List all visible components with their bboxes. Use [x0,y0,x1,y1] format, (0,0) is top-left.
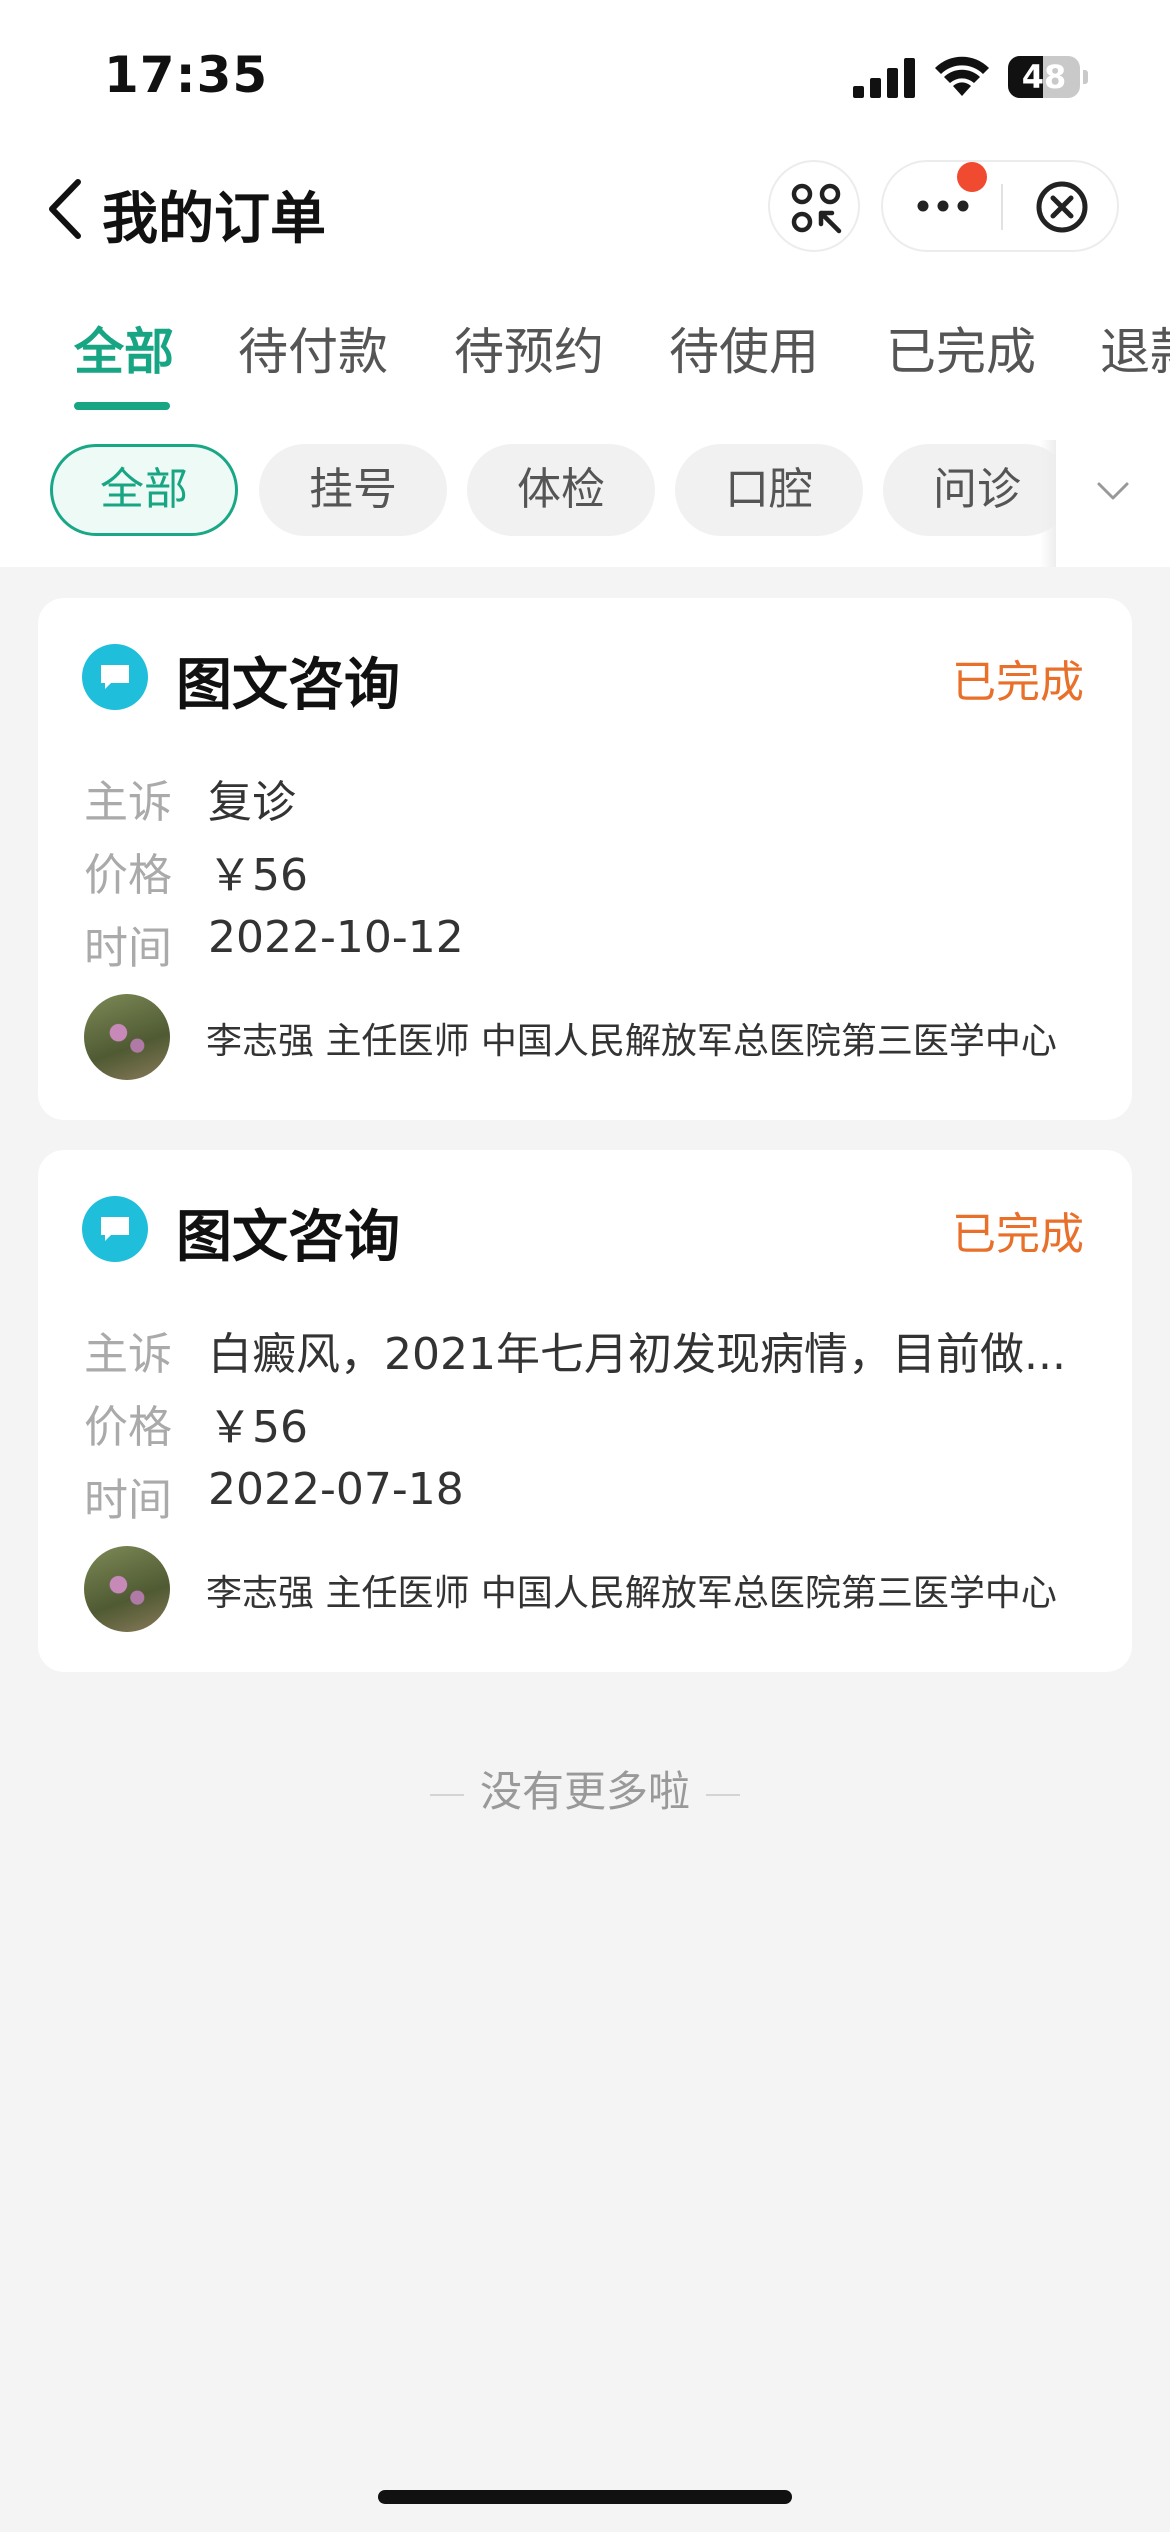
price-label: 价格 [84,1402,172,1453]
battery-level: 48 [1021,58,1067,96]
doctor-avatar [84,1546,170,1632]
battery-icon: 48 [1008,56,1088,98]
chevron-down-icon [1097,482,1129,500]
tab-pending-payment[interactable]: 待付款 [238,312,388,384]
expand-filters-button[interactable] [1056,414,1170,567]
wifi-icon [935,56,989,96]
category-filter-row: 全部 挂号 体检 口腔 问诊 [0,414,1170,567]
chip-dental[interactable]: 口腔 [675,444,863,536]
doctor-avatar [84,994,170,1080]
active-tab-indicator [74,402,170,410]
no-more-text: 没有更多啦 [479,1767,690,1816]
order-type: 图文咨询 [176,653,400,718]
status-time: 17:35 [104,46,269,104]
chip-checkup[interactable]: 体检 [467,444,655,536]
scan-icon [791,183,842,234]
order-status-tabs: 全部 待付款 待预约 待使用 已完成 退款 [0,300,1170,420]
complaint-label: 主诉 [84,777,172,828]
page-title: 我的订单 [102,187,326,252]
close-button[interactable] [1003,162,1119,250]
doctor-info: 李志强 主任医师 中国人民解放军总医院第三医学中心 [206,1021,1057,1062]
chat-consultation-icon [82,644,148,710]
close-circle-icon [1036,181,1088,233]
time-value: 2022-07-18 [208,1464,464,1515]
chip-all[interactable]: 全部 [50,444,238,536]
mini-program-capsule [881,160,1119,252]
time-label: 时间 [84,1475,172,1526]
tab-completed[interactable]: 已完成 [886,312,1036,384]
doctor-info: 李志强 主任医师 中国人民解放军总医院第三医学中心 [206,1573,1057,1614]
order-type: 图文咨询 [176,1205,400,1270]
price-label: 价格 [84,850,172,901]
home-indicator[interactable] [378,2490,792,2504]
order-card[interactable]: 图文咨询 已完成 主诉 复诊 价格 ￥56 时间 2022-10-12 李志强 … [38,598,1132,1120]
notification-dot [957,162,987,192]
order-card[interactable]: 图文咨询 已完成 主诉 白癜风，2021年七月初发现病情，目前做... 价格 ￥… [38,1150,1132,1672]
tab-pending-appointment[interactable]: 待预约 [454,312,604,384]
chat-consultation-icon [82,1196,148,1262]
tab-all[interactable]: 全部 [74,312,174,384]
complaint-value: 白癜风，2021年七月初发现病情，目前做... [208,1329,1066,1380]
tab-pending-use[interactable]: 待使用 [669,312,819,384]
time-label: 时间 [84,923,172,974]
more-button[interactable] [883,162,1001,250]
no-more-footer: 没有更多啦 [0,1758,1170,1819]
tab-refund[interactable]: 退款 [1100,312,1170,384]
price-value: ￥56 [208,1402,308,1453]
back-chevron-icon[interactable] [44,176,88,242]
complaint-label: 主诉 [84,1329,172,1380]
complaint-value: 复诊 [208,777,296,828]
more-dots-icon [917,200,969,212]
cellular-signal-icon [853,58,915,98]
chip-registration[interactable]: 挂号 [259,444,447,536]
scan-button[interactable] [768,160,860,252]
nav-bar: 我的订单 [0,150,1170,270]
status-bar: 17:35 48 [0,0,1170,150]
order-status: 已完成 [952,1209,1084,1260]
price-value: ￥56 [208,850,308,901]
order-status: 已完成 [952,657,1084,708]
time-value: 2022-10-12 [208,912,464,963]
